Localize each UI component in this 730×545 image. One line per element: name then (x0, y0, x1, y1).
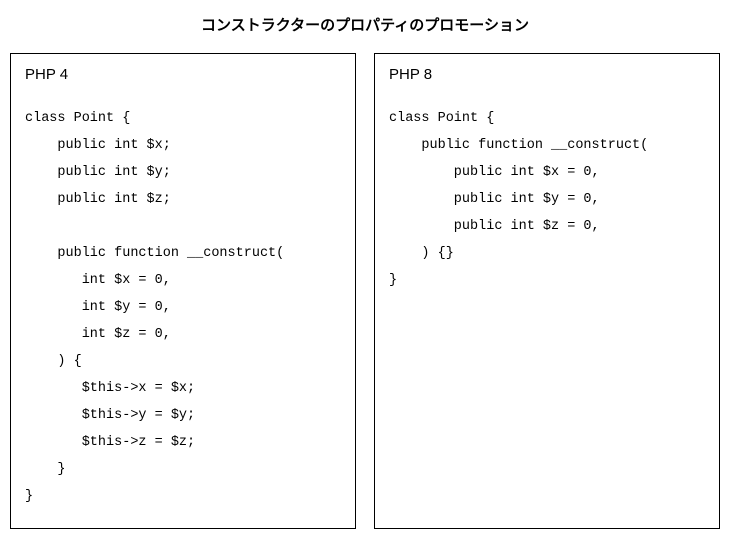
right-code-block: class Point { public function __construc… (389, 105, 705, 294)
left-code-block: class Point { public int $x; public int … (25, 105, 341, 510)
right-panel-header: PHP 8 (389, 66, 705, 83)
left-panel: PHP 4 class Point { public int $x; publi… (10, 53, 356, 529)
left-panel-header: PHP 4 (25, 66, 341, 83)
comparison-panels: PHP 4 class Point { public int $x; publi… (0, 53, 730, 529)
right-panel: PHP 8 class Point { public function __co… (374, 53, 720, 529)
page-title: コンストラクターのプロパティのプロモーション (0, 0, 730, 53)
